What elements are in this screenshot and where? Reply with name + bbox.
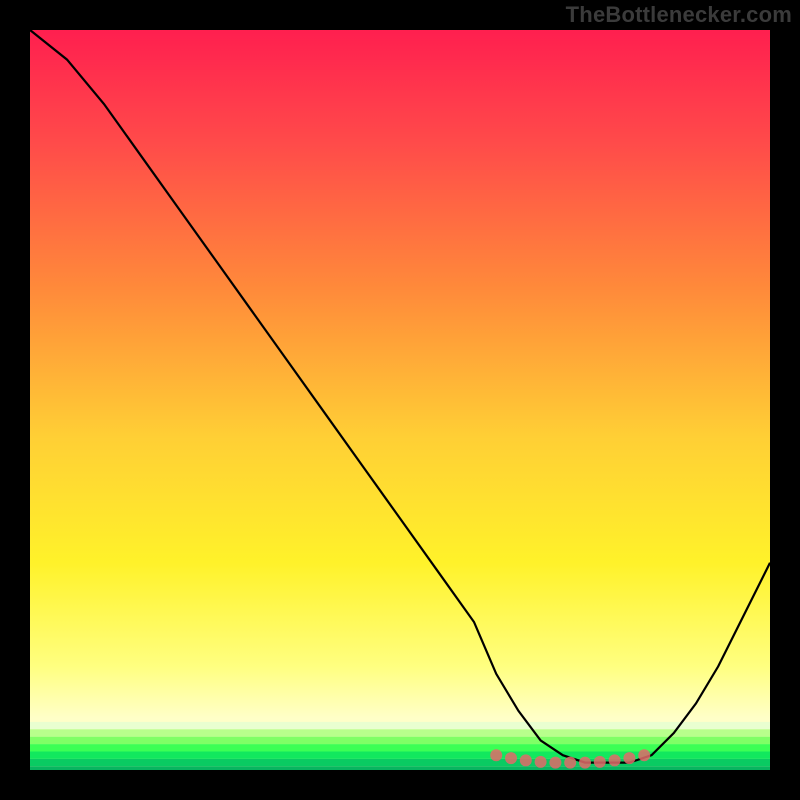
marker-dot bbox=[505, 752, 517, 764]
marker-dot bbox=[623, 752, 635, 764]
marker-dot bbox=[579, 757, 591, 769]
marker-dot bbox=[549, 757, 561, 769]
marker-dot bbox=[490, 749, 502, 761]
marker-dot bbox=[638, 749, 650, 761]
marker-dot bbox=[594, 756, 606, 768]
watermark-text: TheBottlenecker.com bbox=[566, 2, 792, 28]
chart-container: TheBottlenecker.com bbox=[0, 0, 800, 800]
plot-area bbox=[30, 30, 770, 770]
marker-dot bbox=[609, 754, 621, 766]
chart-svg bbox=[30, 30, 770, 770]
green-bands bbox=[30, 722, 770, 770]
gradient-background bbox=[30, 30, 770, 770]
marker-dot bbox=[535, 756, 547, 768]
marker-dot bbox=[564, 757, 576, 769]
marker-dot bbox=[520, 754, 532, 766]
